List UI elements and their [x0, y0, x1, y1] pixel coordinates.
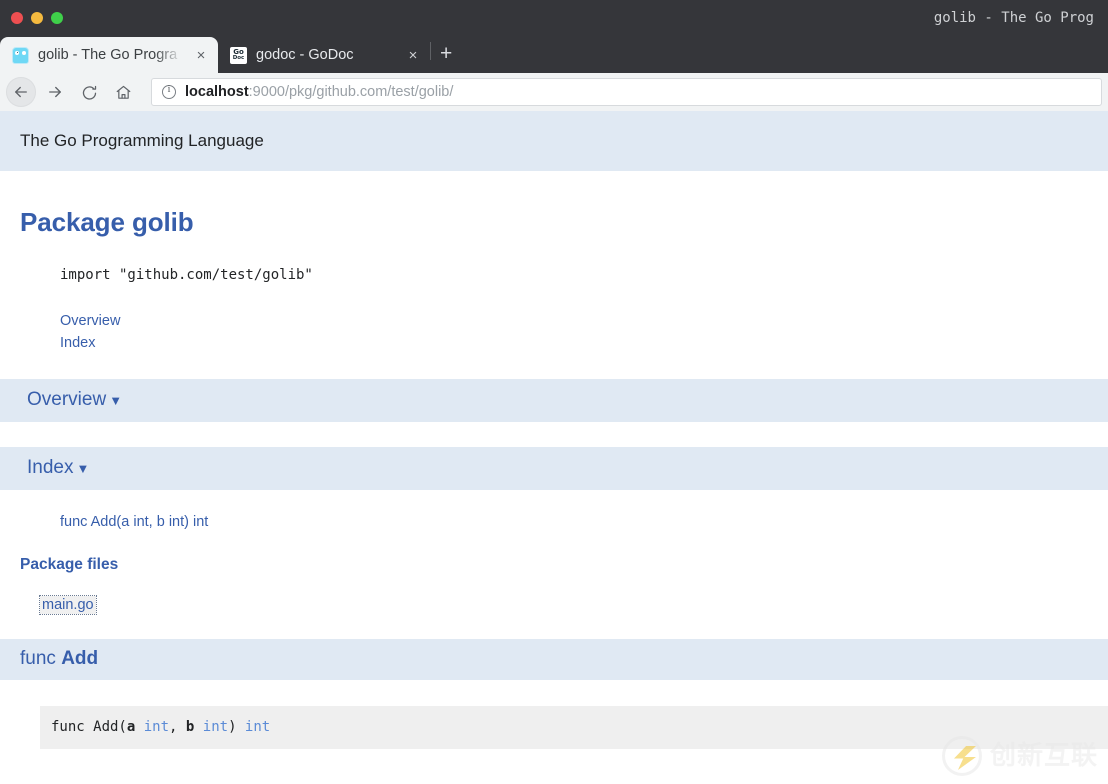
sig-part: [135, 719, 143, 735]
section-header-overview-label: Overview: [27, 389, 107, 410]
sig-type-int: int: [202, 719, 229, 735]
tab-golib-label: golib - The Go Progra: [38, 47, 178, 63]
func-signature-code-block: func Add(a int, b int) int: [40, 706, 1108, 749]
section-header-func-add-label: func Add: [20, 648, 98, 669]
forward-button[interactable]: [40, 77, 70, 107]
tab-strip: golib - The Go Progra × Go Doc godoc - Go…: [0, 36, 1108, 73]
func-name: Add: [61, 648, 99, 669]
browser-window: golib - The Go Prog golib - The Go Progr…: [0, 0, 1108, 784]
maximize-window-button[interactable]: [51, 12, 63, 24]
sig-type-int: int: [143, 719, 170, 735]
tab-golib[interactable]: golib - The Go Progra ×: [0, 37, 218, 73]
section-header-index[interactable]: Index ▼: [0, 447, 1108, 490]
sig-part: func Add(: [51, 719, 127, 735]
page-content: Package golib import "github.com/test/go…: [0, 207, 1108, 749]
godoc-icon: Go Doc: [230, 46, 247, 64]
tab-godoc-label: godoc - GoDoc: [256, 47, 354, 63]
sig-part: ): [228, 719, 245, 735]
tab-godoc-close-icon[interactable]: ×: [405, 48, 421, 63]
url-text: localhost:9000/pkg/github.com/test/golib…: [185, 84, 453, 100]
package-files-list: main.go: [20, 595, 1108, 615]
chevron-down-icon[interactable]: ▼: [109, 393, 122, 408]
package-meta: import "github.com/test/golib" Overview …: [20, 267, 1108, 354]
arrow-left-icon: [12, 83, 30, 101]
godoc-page: The Go Programming Language Package goli…: [0, 111, 1108, 749]
browser-titlebar: golib - The Go Prog: [0, 0, 1108, 36]
reload-button[interactable]: [74, 77, 104, 107]
window-title: golib - The Go Prog: [933, 10, 1094, 26]
new-tab-button[interactable]: +: [429, 42, 452, 64]
func-keyword: func: [20, 648, 56, 669]
minimize-window-button[interactable]: [31, 12, 43, 24]
url-path: :9000/pkg/github.com/test/golib/: [248, 84, 454, 100]
page-viewport: The Go Programming Language Package goli…: [0, 111, 1108, 784]
sig-part: ,: [169, 719, 186, 735]
list-item: Overview: [60, 310, 1108, 332]
section-header-func-add[interactable]: func Add: [0, 639, 1108, 680]
nav-link-overview[interactable]: Overview: [60, 313, 120, 329]
package-files-title: Package files: [20, 556, 119, 573]
list-item: Index: [60, 332, 1108, 354]
url-host: localhost: [185, 84, 249, 100]
home-button[interactable]: [108, 77, 138, 107]
address-bar[interactable]: localhost:9000/pkg/github.com/test/golib…: [151, 78, 1102, 106]
gopher-icon: [12, 46, 29, 64]
window-controls: [0, 12, 63, 24]
section-header-overview[interactable]: Overview ▼: [0, 379, 1108, 422]
tab-golib-close-icon[interactable]: ×: [193, 48, 209, 63]
browser-toolbar: localhost:9000/pkg/github.com/test/golib…: [0, 73, 1108, 111]
info-icon[interactable]: [162, 84, 176, 99]
sig-part: [194, 719, 202, 735]
sig-return-type-int: int: [244, 719, 271, 735]
list-item: func Add(a int, b int) int: [60, 513, 1108, 531]
back-button[interactable]: [6, 77, 36, 107]
site-title: The Go Programming Language: [20, 131, 264, 150]
index-list: func Add(a int, b int) int: [20, 490, 1108, 531]
page-title: Package golib: [20, 207, 194, 237]
index-entry-add[interactable]: func Add(a int, b int) int: [60, 514, 208, 530]
reload-icon: [81, 84, 98, 101]
package-nav-links: Overview Index: [60, 310, 1108, 354]
section-header-index-label: Index: [27, 457, 74, 478]
site-header: The Go Programming Language: [0, 111, 1108, 171]
close-window-button[interactable]: [11, 12, 23, 24]
nav-link-index[interactable]: Index: [60, 335, 95, 351]
chevron-down-icon[interactable]: ▼: [76, 461, 89, 476]
home-icon: [115, 84, 132, 101]
package-file-link-main-go[interactable]: main.go: [39, 595, 97, 615]
arrow-right-icon: [46, 83, 64, 101]
tab-godoc[interactable]: Go Doc godoc - GoDoc ×: [218, 37, 430, 73]
import-statement: import "github.com/test/golib": [60, 267, 313, 283]
